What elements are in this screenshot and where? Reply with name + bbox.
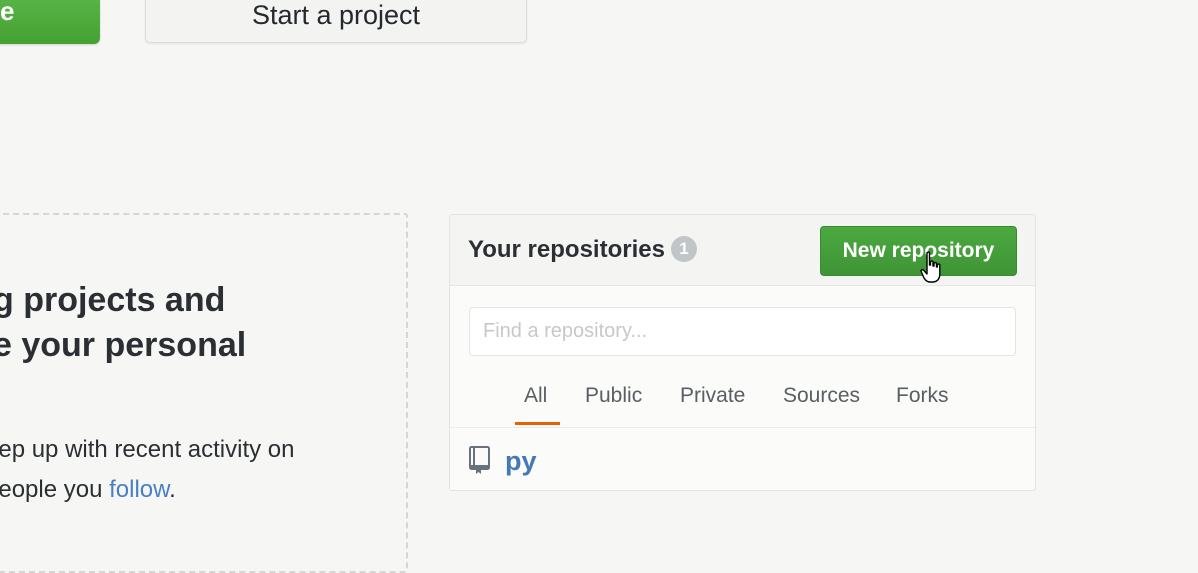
repository-link-py[interactable]: py bbox=[505, 443, 537, 479]
intro-panel bbox=[0, 213, 408, 573]
follow-link[interactable]: follow bbox=[109, 476, 169, 503]
repository-filter-tabs: All Public Private Sources Forks bbox=[450, 375, 1035, 428]
start-project-button[interactable]: Start a project bbox=[145, 0, 527, 43]
intro-body: eep up with recent activity on people yo… bbox=[0, 430, 385, 510]
tab-all[interactable]: All bbox=[524, 381, 547, 411]
intro-heading-line-1: g projects and bbox=[0, 281, 226, 319]
intro-body-prefix: people you bbox=[0, 476, 103, 503]
repo-book-icon bbox=[469, 446, 490, 474]
tab-sources[interactable]: Sources bbox=[783, 381, 860, 411]
repositories-count-badge: 1 bbox=[670, 235, 697, 262]
top-actions: e Start a project bbox=[0, 0, 1198, 60]
find-repository-input[interactable] bbox=[469, 307, 1016, 356]
active-tab-indicator bbox=[515, 422, 560, 425]
intro-heading: g projects and e your personal bbox=[0, 278, 393, 368]
read-guide-label: e bbox=[0, 0, 15, 26]
hand-cursor-icon bbox=[920, 251, 941, 283]
tab-forks[interactable]: Forks bbox=[896, 381, 949, 411]
intro-body-line-2: people you follow. bbox=[0, 470, 385, 510]
intro-body-line-1: eep up with recent activity on bbox=[0, 436, 295, 463]
read-guide-button[interactable]: e bbox=[0, 0, 100, 44]
tab-private[interactable]: Private bbox=[680, 381, 745, 411]
intro-heading-line-2: e your personal bbox=[0, 326, 247, 364]
repositories-title-text: Your repositories bbox=[468, 236, 665, 263]
repositories-header: Your repositories 1 New repository bbox=[450, 215, 1035, 286]
new-repository-button[interactable]: New repository bbox=[820, 226, 1017, 276]
intro-body-suffix: . bbox=[169, 476, 176, 503]
tab-public[interactable]: Public bbox=[585, 381, 642, 411]
repositories-title: Your repositories 1 bbox=[468, 235, 697, 265]
repositories-panel: Your repositories1 New repository All Pu… bbox=[449, 214, 1036, 491]
